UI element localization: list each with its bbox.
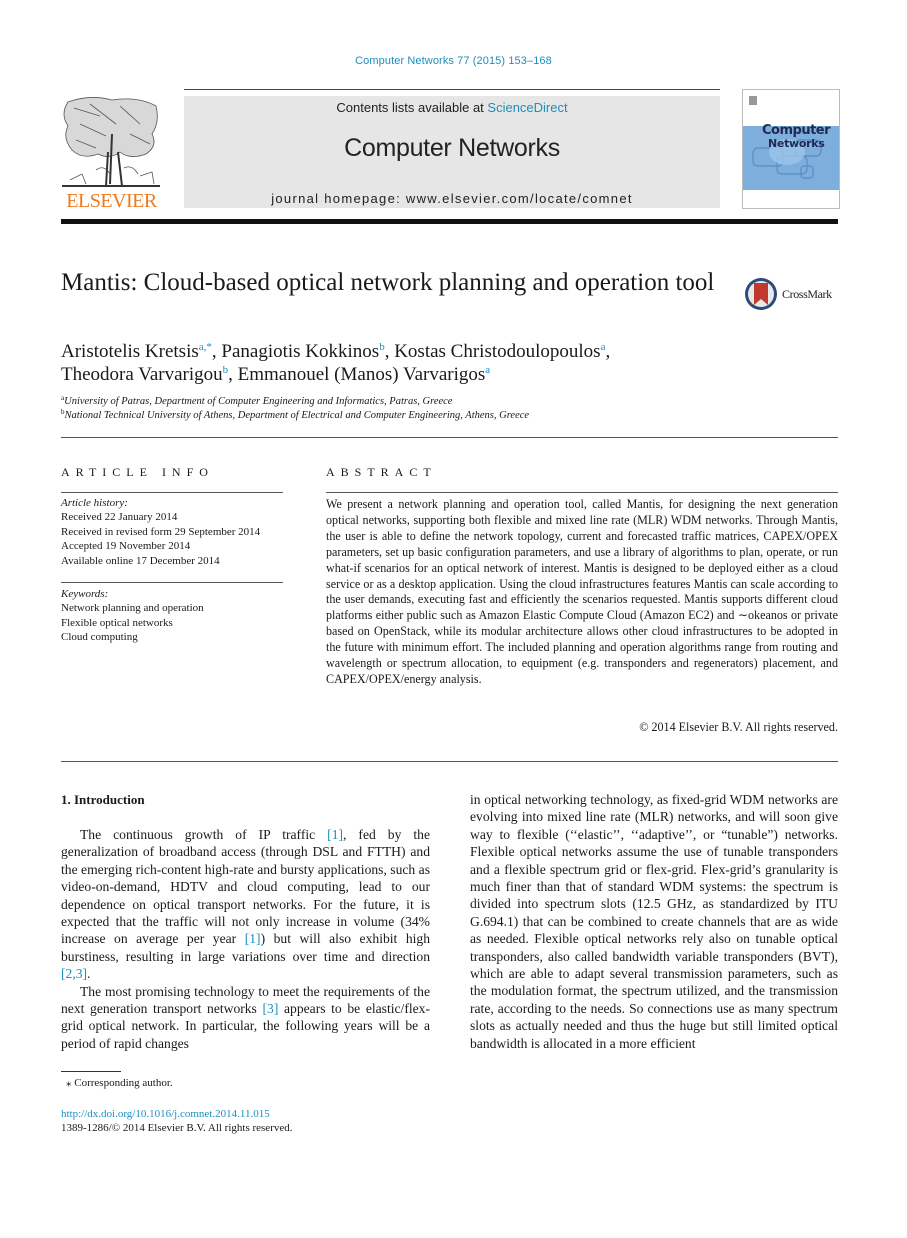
journal-homepage-link[interactable]: journal homepage: www.elsevier.com/locat… <box>184 191 720 206</box>
affiliation-text: University of Patras, Department of Comp… <box>64 396 453 407</box>
doi-link[interactable]: http://dx.doi.org/10.1016/j.comnet.2014.… <box>61 1108 270 1120</box>
header-top-rule <box>184 89 720 90</box>
article-info-heading: ARTICLE INFO <box>61 465 214 479</box>
history-item: Received 22 January 2014 <box>61 511 178 524</box>
history-item: Available online 17 December 2014 <box>61 554 220 567</box>
keywords-label: Keywords: <box>61 588 109 600</box>
elsevier-wordmark: ELSEVIER <box>66 190 157 212</box>
author-affiliation-mark[interactable]: a,* <box>199 341 212 353</box>
keyword-item: Network planning and operation <box>61 602 204 615</box>
history-item: Received in revised form 29 September 20… <box>61 525 261 538</box>
cover-title-line2: Networks <box>768 137 825 150</box>
abstract-divider <box>326 492 838 493</box>
body-column-right: in optical networking technology, as fix… <box>470 791 838 1052</box>
author-name[interactable]: Panagiotis Kokkinos <box>221 341 379 362</box>
journal-reference-link[interactable]: Computer Networks 77 (2015) 153–168 <box>0 55 907 67</box>
abstract-heading: ABSTRACT <box>326 465 437 479</box>
author-separator: , <box>211 341 222 362</box>
author-list: Aristotelis Kretsisa,*, Panagiotis Kokki… <box>61 340 821 386</box>
abstract-text: We present a network planning and operat… <box>326 497 838 686</box>
cover-publisher-icon <box>749 96 757 105</box>
affiliation-item: aUniversity of Patras, Department of Com… <box>61 395 821 409</box>
affiliation-text: National Technical University of Athens,… <box>64 410 530 421</box>
article-info-divider <box>61 492 283 493</box>
section-heading-introduction: 1. Introduction <box>61 792 145 807</box>
crossmark-label: CrossMark <box>782 287 832 301</box>
affiliation-item: bNational Technical University of Athens… <box>61 409 821 423</box>
footnote-divider <box>61 1071 121 1072</box>
paragraph-text: in optical networking technology, as fix… <box>470 792 838 1051</box>
body-paragraph: in optical networking technology, as fix… <box>470 791 838 1052</box>
sciencedirect-link[interactable]: ScienceDirect <box>487 100 567 115</box>
journal-cover-thumbnail[interactable]: Computer Networks <box>742 89 840 209</box>
keyword-item: Flexible optical networks <box>61 616 173 629</box>
crossmark-button[interactable]: CrossMark <box>744 277 844 311</box>
issn-copyright: 1389-1286/© 2014 Elsevier B.V. All right… <box>61 1122 293 1134</box>
author-separator: , <box>228 364 238 385</box>
footnote-mark: ⁎ <box>66 1077 72 1089</box>
paper-title: Mantis: Cloud-based optical network plan… <box>61 269 715 296</box>
affiliations: aUniversity of Patras, Department of Com… <box>61 395 821 423</box>
title-divider <box>61 437 838 438</box>
author-separator: , <box>605 341 611 362</box>
author-name[interactable]: Aristotelis Kretsis <box>61 341 199 362</box>
citation-link[interactable]: [2,3] <box>61 966 87 981</box>
author-separator: , <box>384 341 395 362</box>
citation-link[interactable]: [3] <box>263 1001 279 1016</box>
tree-icon <box>62 97 160 187</box>
contents-line: Contents lists available at ScienceDirec… <box>184 100 720 115</box>
author-name[interactable]: Theodora Varvarigou <box>61 364 223 385</box>
author-affiliation-mark[interactable]: a <box>485 364 490 376</box>
footnote-corresponding-author: ⁎ Corresponding author. <box>66 1076 173 1089</box>
paragraph-text: , fed by the generalization of broadband… <box>61 827 430 947</box>
paragraph-text: . <box>87 966 91 982</box>
journal-name: Computer Networks <box>344 134 560 162</box>
footnote-text: Corresponding author. <box>74 1077 173 1089</box>
citation-link[interactable]: [1] <box>327 827 343 842</box>
keywords-divider <box>61 582 283 583</box>
author-name[interactable]: Emmanouel (Manos) Varvarigos <box>238 364 486 385</box>
body-divider <box>61 761 838 762</box>
body-paragraph: The most promising technology to meet th… <box>61 983 430 1053</box>
history-item: Accepted 19 November 2014 <box>61 540 191 553</box>
contents-prefix: Contents lists available at <box>336 100 488 115</box>
author-name[interactable]: Kostas Christodoulopoulos <box>394 341 600 362</box>
body-paragraph: The continuous growth of IP traffic [1],… <box>61 826 430 983</box>
abstract-copyright: © 2014 Elsevier B.V. All rights reserved… <box>639 720 838 734</box>
body-column-left: The continuous growth of IP traffic [1],… <box>61 826 430 1052</box>
cover-title-line1: Computer <box>762 123 831 138</box>
keywords: Keywords: Network planning and operation… <box>61 587 301 645</box>
paragraph-text: The continuous growth of IP traffic <box>80 827 328 842</box>
history-label: Article history: <box>61 497 128 509</box>
article-history: Article history: Received 22 January 201… <box>61 496 301 568</box>
header-thick-rule <box>61 219 838 224</box>
citation-link[interactable]: [1] <box>245 931 261 946</box>
keyword-item: Cloud computing <box>61 631 138 644</box>
crossmark-icon <box>745 278 777 310</box>
